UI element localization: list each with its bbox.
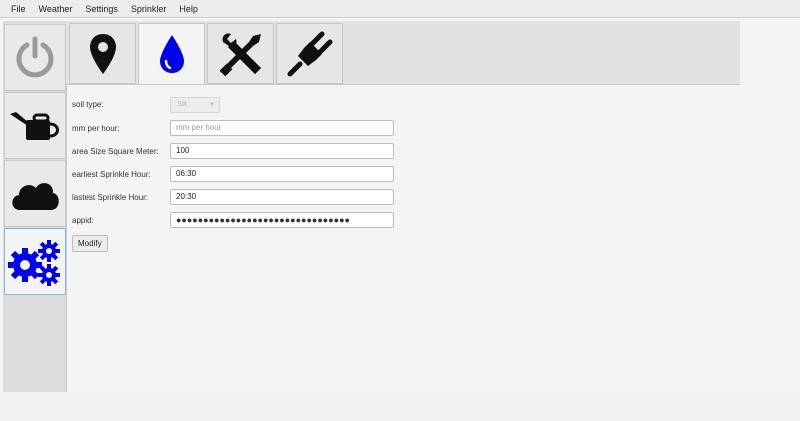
appid-row: appid: (72, 212, 170, 228)
earliest-input[interactable]: 06:30 (170, 166, 394, 182)
window-footer (0, 392, 800, 421)
plug-icon (287, 31, 332, 76)
chevron-down-icon: ▼ (209, 102, 215, 108)
latest-input[interactable]: 20:30 (170, 189, 394, 205)
area-row: area Size Square Meter: (72, 143, 170, 159)
latest-row: lastest Sprinkle Hour: (72, 189, 170, 205)
latest-label: lastest Sprinkle Hour: (72, 192, 149, 202)
tools-icon (219, 32, 261, 76)
soil-type-row: soil type: (72, 96, 170, 112)
menu-help[interactable]: Help (179, 4, 198, 14)
menu-sprinkler[interactable]: Sprinkler (131, 4, 167, 14)
mm-per-hour-label: mm per hour: (72, 123, 120, 133)
side-tab-bar (3, 21, 67, 392)
appid-password-input[interactable]: ●●●●●●●●●●●●●●●●●●●●●●●●●●●●●●●● (170, 212, 394, 228)
cloud-icon (12, 182, 59, 210)
tab-tools[interactable] (207, 23, 274, 84)
power-icon (16, 36, 54, 77)
menu-file[interactable]: File (11, 4, 26, 14)
mm-per-hour-row: mm per hour: (72, 120, 170, 136)
modify-button[interactable]: Modify (72, 235, 108, 252)
soil-type-label: soil type: (72, 99, 104, 109)
side-tab-weather[interactable] (4, 160, 66, 227)
tab-location[interactable] (69, 23, 136, 84)
tab-plug[interactable] (276, 23, 343, 84)
soil-type-value: Silt (177, 101, 187, 108)
side-tab-watering[interactable] (4, 92, 66, 159)
earliest-label: earliest Sprinkle Hour: (72, 169, 151, 179)
gears-icon (8, 239, 60, 286)
side-tab-settings[interactable] (4, 228, 66, 295)
appid-label: appid: (72, 215, 94, 225)
side-tab-power[interactable] (4, 24, 66, 91)
area-input[interactable]: 100 (170, 143, 394, 159)
top-tab-bar (66, 21, 740, 85)
menu-settings[interactable]: Settings (85, 4, 118, 14)
location-pin-icon (89, 33, 116, 74)
watering-can-icon (10, 111, 59, 140)
tab-water[interactable] (138, 23, 205, 84)
earliest-row: earliest Sprinkle Hour: (72, 166, 170, 182)
menu-bar: File Weather Settings Sprinkler Help (0, 0, 800, 18)
soil-type-select[interactable]: Silt ▼ (170, 97, 220, 113)
mm-per-hour-input[interactable]: mm per hour (170, 120, 394, 136)
settings-form: soil type: Silt ▼ mm per hour: mm per ho… (67, 85, 740, 392)
area-label: area Size Square Meter: (72, 146, 159, 156)
menu-weather[interactable]: Weather (39, 4, 73, 14)
water-drop-icon (159, 35, 184, 73)
